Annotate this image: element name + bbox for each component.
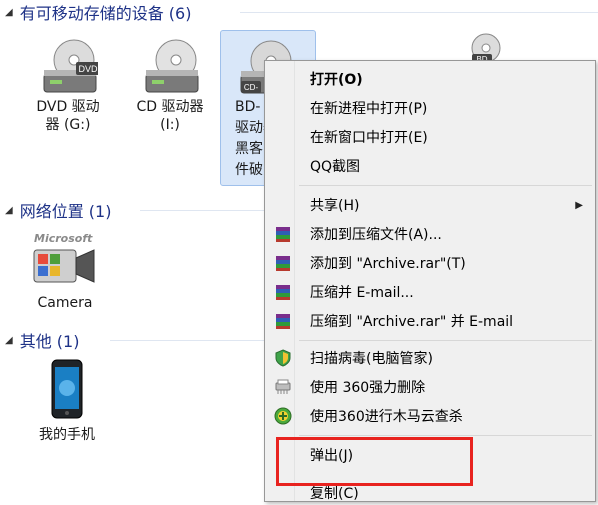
menu-item-label: 使用 360强力删除 (310, 380, 426, 396)
drive-badge: DVD (78, 64, 98, 74)
drive-cd[interactable]: CD 驱动器 (I:) (122, 30, 218, 150)
phone-icon (51, 359, 83, 419)
menu-item-label: 打开(O) (310, 72, 363, 88)
360-icon (274, 407, 292, 425)
drive-label: CD 驱动器 (I:) (136, 99, 204, 133)
divider (140, 210, 264, 211)
menu-item-label: 扫描病毒(电脑管家) (310, 351, 433, 367)
menu-item-share[interactable]: 共享(H) ▶ (265, 193, 595, 217)
winrar-icon (276, 285, 290, 300)
device-label: Camera (37, 295, 93, 311)
group-label: 有可移动存储的设备 (6) (19, 4, 192, 23)
camera-icon (33, 249, 95, 283)
group-header-other[interactable]: ◢ 其他 (1) (0, 328, 264, 352)
menu-separator (299, 340, 592, 341)
menu-item-label: 复制(C) (310, 486, 359, 502)
menu-item-open-new-process[interactable]: 在新进程中打开(P) (265, 96, 595, 120)
shield-icon (275, 349, 291, 367)
collapse-triangle-icon[interactable]: ◢ (5, 7, 13, 18)
menu-separator (299, 185, 592, 186)
cd-drive-icon (145, 39, 199, 93)
menu-item-label: 共享(H) (310, 198, 360, 214)
menu-item-label: 在新窗口中打开(E) (310, 130, 428, 146)
divider (240, 12, 598, 13)
submenu-arrow-icon: ▶ (575, 199, 583, 211)
menu-item-360-delete[interactable]: 使用 360强力删除 (265, 375, 595, 399)
context-menu: 打开(O) 在新进程中打开(P) 在新窗口中打开(E) QQ截图 共享(H) ▶… (264, 60, 596, 502)
menu-item-360-cloud-scan[interactable]: 使用360进行木马云查杀 (265, 404, 595, 428)
winrar-icon (276, 314, 290, 329)
menu-item-label: 使用360进行木马云查杀 (310, 409, 463, 425)
group-header-removable[interactable]: ◢ 有可移动存储的设备 (6) (0, 0, 598, 24)
dvd-drive-icon: DVD (43, 39, 98, 93)
collapse-triangle-icon[interactable]: ◢ (5, 335, 13, 346)
winrar-icon (276, 256, 290, 271)
menu-item-qq-screenshot[interactable]: QQ截图 (265, 154, 595, 178)
drive-dvd[interactable]: DVD DVD 驱动 器 (G:) (20, 30, 116, 150)
group-label: 其他 (1) (19, 332, 80, 351)
menu-item-compress-email[interactable]: 压缩并 E-mail... (265, 280, 595, 304)
menu-item-label: 压缩到 "Archive.rar" 并 E-mail (310, 314, 514, 330)
shredder-icon (275, 379, 291, 394)
menu-item-label: 在新进程中打开(P) (310, 101, 428, 117)
drive-label: DVD 驱动 器 (G:) (36, 99, 100, 133)
group-label: 网络位置 (1) (19, 202, 112, 221)
menu-separator (299, 435, 592, 436)
menu-item-label: 添加到 "Archive.rar"(T) (310, 256, 466, 272)
menu-item-add-to-archive-rar[interactable]: 添加到 "Archive.rar"(T) (265, 251, 595, 275)
drive-badge: CD- (244, 83, 259, 92)
winrar-icon (276, 227, 290, 242)
other-phone[interactable]: 我的手机 (22, 356, 112, 446)
group-header-network[interactable]: ◢ 网络位置 (1) (0, 198, 264, 222)
divider (110, 340, 264, 341)
menu-item-label: 添加到压缩文件(A)... (310, 227, 442, 243)
device-label: 我的手机 (39, 427, 95, 443)
menu-item-label: 压缩并 E-mail... (310, 285, 414, 301)
menu-item-label: QQ截图 (310, 159, 361, 175)
highlight-box (276, 437, 473, 486)
collapse-triangle-icon[interactable]: ◢ (5, 205, 13, 216)
menu-item-scan-virus[interactable]: 扫描病毒(电脑管家) (265, 346, 595, 370)
menu-item-open[interactable]: 打开(O) (265, 67, 595, 91)
menu-item-open-new-window[interactable]: 在新窗口中打开(E) (265, 125, 595, 149)
menu-item-add-to-archive[interactable]: 添加到压缩文件(A)... (265, 222, 595, 246)
menu-item-compress-to-rar-email[interactable]: 压缩到 "Archive.rar" 并 E-mail (265, 309, 595, 333)
network-camera[interactable]: Microsoft Camera (20, 226, 110, 316)
